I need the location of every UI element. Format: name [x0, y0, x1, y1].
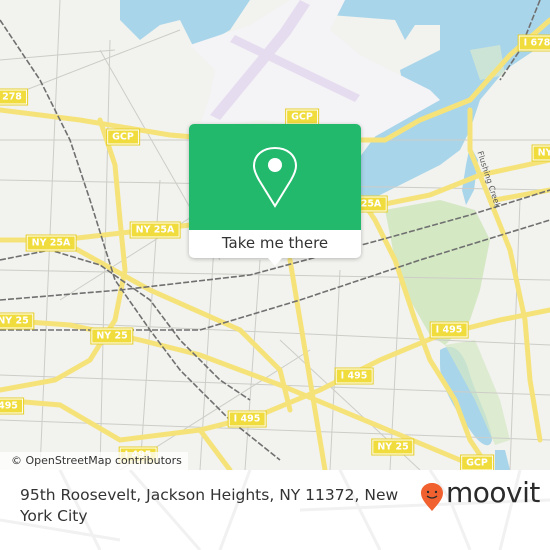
map-view[interactable]: 278 GCP GCP I 678 NY NY 25A NY 25A 25A N… [0, 0, 550, 470]
moovit-smiley-pin-icon [421, 483, 443, 511]
ny25a-shield: NY 25A [129, 221, 181, 239]
water-willow-lake [495, 450, 510, 470]
footer: 95th Roosevelt, Jackson Heights, NY 1137… [0, 470, 550, 550]
popup-header [189, 124, 361, 230]
popup-pointer [267, 257, 283, 266]
moovit-wordmark: moovit [446, 476, 540, 509]
i495-shield: 495 [0, 397, 24, 415]
road-queens [197, 427, 233, 470]
ny25-shield: NY 25 [0, 312, 35, 330]
road-junction [287, 257, 328, 470]
i495-shield: I 495 [334, 367, 374, 385]
gcp-shield: GCP [285, 108, 319, 126]
ny25-shield: NY 25 [90, 327, 134, 345]
i495-shield: I 495 [227, 410, 267, 428]
road-bqe [0, 117, 128, 393]
map-attribution[interactable]: © OpenStreetMap contributors [0, 452, 188, 470]
gcp-shield: GCP [106, 128, 140, 146]
gcp-shield: GCP [460, 454, 494, 470]
map-pin-icon [252, 146, 298, 208]
address-text: 95th Roosevelt, Jackson Heights, NY 1137… [20, 486, 399, 525]
i278-shield: 278 [0, 88, 28, 106]
i678-shield: I 678 [517, 34, 550, 52]
location-popup: Take me there [189, 124, 361, 266]
take-me-there-button[interactable]: Take me there [189, 230, 361, 258]
road-ny25a-north [492, 187, 550, 203]
ny25a-shield: NY 25A [25, 234, 77, 252]
ny-shield: NY [531, 144, 550, 162]
ny25-shield: NY 25 [371, 438, 415, 456]
i495-shield: I 495 [429, 321, 469, 339]
